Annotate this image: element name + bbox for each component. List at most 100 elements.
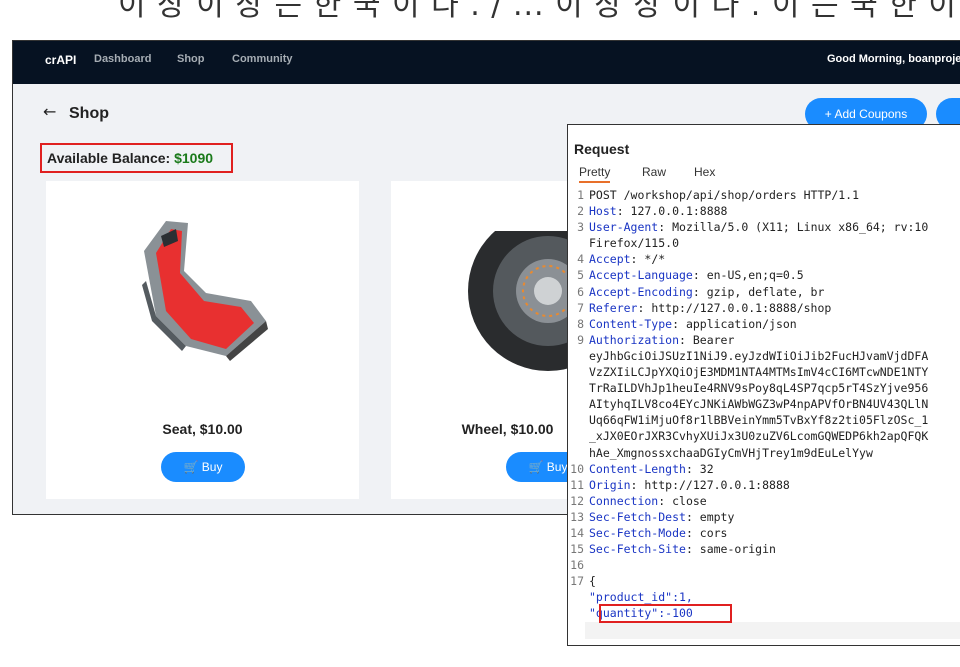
line-text: Accept: */* xyxy=(589,251,665,267)
code-line: Firefox/115.0 xyxy=(568,235,960,251)
back-arrow-icon[interactable]: ← xyxy=(43,102,56,121)
header-name: Content-Length xyxy=(589,461,686,476)
nav-dashboard[interactable]: Dashboard xyxy=(94,53,151,65)
line-text: Accept-Language: en-US,en;q=0.5 xyxy=(589,267,804,283)
header-value: : empty xyxy=(685,509,735,524)
code-line: 7 Referer: http://127.0.0.1:8888/shop xyxy=(568,300,960,316)
line-text: Sec-Fetch-Dest: empty xyxy=(589,509,734,525)
line-number: 16 xyxy=(570,558,584,573)
line-text: Accept-Encoding: gzip, deflate, br xyxy=(589,284,824,300)
code-line: 12 Connection: close xyxy=(568,493,960,509)
code-line: AItyhqILV8co4EYcJNKiAWbWGZ3wP4npAPVfOrBN… xyxy=(568,396,960,412)
line-number: 1 xyxy=(577,188,584,202)
header-value: : http://127.0.0.1:8888 xyxy=(630,477,790,492)
header-value: TrRaILDVhJp1heuIe4RNV9sPoy8qL4SP7qcp5rT4… xyxy=(589,381,929,396)
header-name: Sec-Fetch-Dest xyxy=(589,509,686,524)
user-greeting[interactable]: Good Morning, boanproject xyxy=(827,53,960,65)
buy-button-seat[interactable]: 🛒 Buy xyxy=(161,452,245,482)
code-line: 2 Host: 127.0.0.1:8888 xyxy=(568,203,960,219)
code-line: 3 User-Agent: Mozilla/5.0 (X11; Linux x86… xyxy=(568,219,960,235)
line-text: Content-Length: 32 xyxy=(589,461,714,477)
header-value: : gzip, deflate, br xyxy=(692,284,825,299)
header-name: Authorization xyxy=(589,332,680,347)
header-name: Sec-Fetch-Site xyxy=(589,542,686,557)
header-value: hAe_XmgnossxchaaDGIyCmVHjTrey1m9dEuLelYy… xyxy=(589,445,873,460)
code-line: 4 Accept: */* xyxy=(568,251,960,267)
line-text: _xJX0EOrJXR3CvhyXUiJx3U0zuZV6LcomGQWEDP6… xyxy=(589,428,928,444)
line-text: Uq66qFW1iMjuOf8r1lBBVeinYmm5TvBxYf8z2ti0… xyxy=(589,412,928,428)
balance-highlight: Available Balance: $1090 xyxy=(40,143,233,173)
tab-hex[interactable]: Hex xyxy=(694,165,715,179)
product-title-seat: Seat, $10.00 xyxy=(162,421,243,437)
header-value: : en-US,en;q=0.5 xyxy=(692,268,804,283)
code-line: 8 Content-Type: application/json xyxy=(568,316,960,332)
code-line: eyJhbGciOiJSUzI1NiJ9.eyJzdWIiOiJib2FucHJ… xyxy=(568,348,960,364)
header-value: POST /workshop/api/shop/orders HTTP/1.1 xyxy=(589,188,860,202)
code-line: 6 Accept-Encoding: gzip, deflate, br xyxy=(568,284,960,300)
line-text: AItyhqILV8co4EYcJNKiAWbWGZ3wP4npAPVfOrBN… xyxy=(589,396,928,412)
tab-raw[interactable]: Raw xyxy=(642,165,666,179)
line-number: 2 xyxy=(577,204,584,219)
header-value: : 32 xyxy=(685,461,714,476)
code-line: 1 POST /workshop/api/shop/orders HTTP/1.1 xyxy=(568,187,960,203)
header-value: eyJhbGciOiJSUzI1NiJ9.eyJzdWIiOiJib2FucHJ… xyxy=(589,348,929,363)
code-line: 10 Content-Length: 32 xyxy=(568,461,960,477)
tab-pretty[interactable]: Pretty xyxy=(579,165,611,183)
header-name: Host xyxy=(589,204,617,219)
code-line: 13 Sec-Fetch-Dest: empty xyxy=(568,509,960,525)
line-text: Firefox/115.0 xyxy=(589,235,679,251)
code-line: hAe_XmgnossxchaaDGIyCmVHjTrey1m9dEuLelYy… xyxy=(568,445,960,461)
line-number: 10 xyxy=(570,461,584,476)
request-code[interactable]: 1 POST /workshop/api/shop/orders HTTP/1.1… xyxy=(568,187,960,638)
line-text: Referer: http://127.0.0.1:8888/shop xyxy=(589,300,831,316)
header-value: : application/json xyxy=(672,316,797,331)
line-number: 11 xyxy=(570,477,584,492)
line-number: 5 xyxy=(577,268,584,283)
line-text: eyJhbGciOiJSUzI1NiJ9.eyJzdWIiOiJib2FucHJ… xyxy=(589,348,928,364)
line-number: 8 xyxy=(577,316,584,331)
header-name: Origin xyxy=(589,477,631,492)
header-value: : same-origin xyxy=(685,542,776,557)
brand-logo[interactable]: crAPI xyxy=(45,53,76,67)
header-name: Sec-Fetch-Mode xyxy=(589,525,686,540)
line-text: hAe_XmgnossxchaaDGIyCmVHjTrey1m9dEuLelYy… xyxy=(589,445,873,461)
header-value: Firefox/115.0 xyxy=(589,236,680,251)
nav-shop[interactable]: Shop xyxy=(177,53,205,65)
header-value: : http://127.0.0.1:8888/shop xyxy=(637,300,832,315)
header-value: : cors xyxy=(685,525,728,540)
header-value: { xyxy=(589,574,596,589)
line-text: TrRaILDVhJp1heuIe4RNV9sPoy8qL4SP7qcp5rT4… xyxy=(589,380,928,396)
header-name: Accept-Encoding xyxy=(589,284,693,299)
balance-label: Available Balance: xyxy=(47,150,171,166)
line-text: Sec-Fetch-Site: same-origin xyxy=(589,541,776,557)
code-line: 14 Sec-Fetch-Mode: cors xyxy=(568,525,960,541)
line-text: VzZXIiLCJpYXQiOjE3MDM1NTA4MTMsImV4cCI6MT… xyxy=(589,364,928,380)
code-line: 11 Origin: http://127.0.0.1:8888 xyxy=(568,477,960,493)
header-value: : Mozilla/5.0 (X11; Linux x86_64; rv:10 xyxy=(658,220,929,235)
header-value: : 127.0.0.1:8888 xyxy=(616,204,728,219)
quantity-highlight xyxy=(599,604,732,623)
header-name: User-Agent xyxy=(589,220,659,235)
line-number: 12 xyxy=(570,493,584,508)
line-text: Origin: http://127.0.0.1:8888 xyxy=(589,477,790,493)
header-value: Uq66qFW1iMjuOf8r1lBBVeinYmm5TvBxYf8z2ti0… xyxy=(589,413,929,428)
header-value: "product_id":1, xyxy=(589,590,693,605)
header-name: Accept xyxy=(589,252,631,267)
balance-display: Available Balance: $1090 xyxy=(47,150,213,166)
code-line: 17 { xyxy=(568,573,960,589)
header-value: _xJX0EOrJXR3CvhyXUiJx3U0zuZV6LcomGQWEDP6… xyxy=(589,429,929,444)
header-value: VzZXIiLCJpYXQiOjE3MDM1NTA4MTMsImV4cCI6MT… xyxy=(589,365,929,380)
top-caption: 이 상 이 상 는 한 국 이 다 . / ... 이 상 상 이 다 . 이 … xyxy=(118,0,960,23)
line-text: Authorization: Bearer xyxy=(589,332,734,348)
code-line: TrRaILDVhJp1heuIe4RNV9sPoy8qL4SP7qcp5rT4… xyxy=(568,380,960,396)
navbar: crAPI Dashboard Shop Community Good Morn… xyxy=(13,41,960,84)
line-number: 4 xyxy=(577,252,584,267)
header-name: Referer xyxy=(589,300,638,315)
code-line: 9 Authorization: Bearer xyxy=(568,332,960,348)
header-name: Accept-Language xyxy=(589,268,693,283)
header-name: Connection xyxy=(589,493,659,508)
code-line: 16 xyxy=(568,557,960,573)
line-number: 7 xyxy=(577,300,584,315)
nav-community[interactable]: Community xyxy=(232,53,293,65)
code-line: Uq66qFW1iMjuOf8r1lBBVeinYmm5TvBxYf8z2ti0… xyxy=(568,412,960,428)
